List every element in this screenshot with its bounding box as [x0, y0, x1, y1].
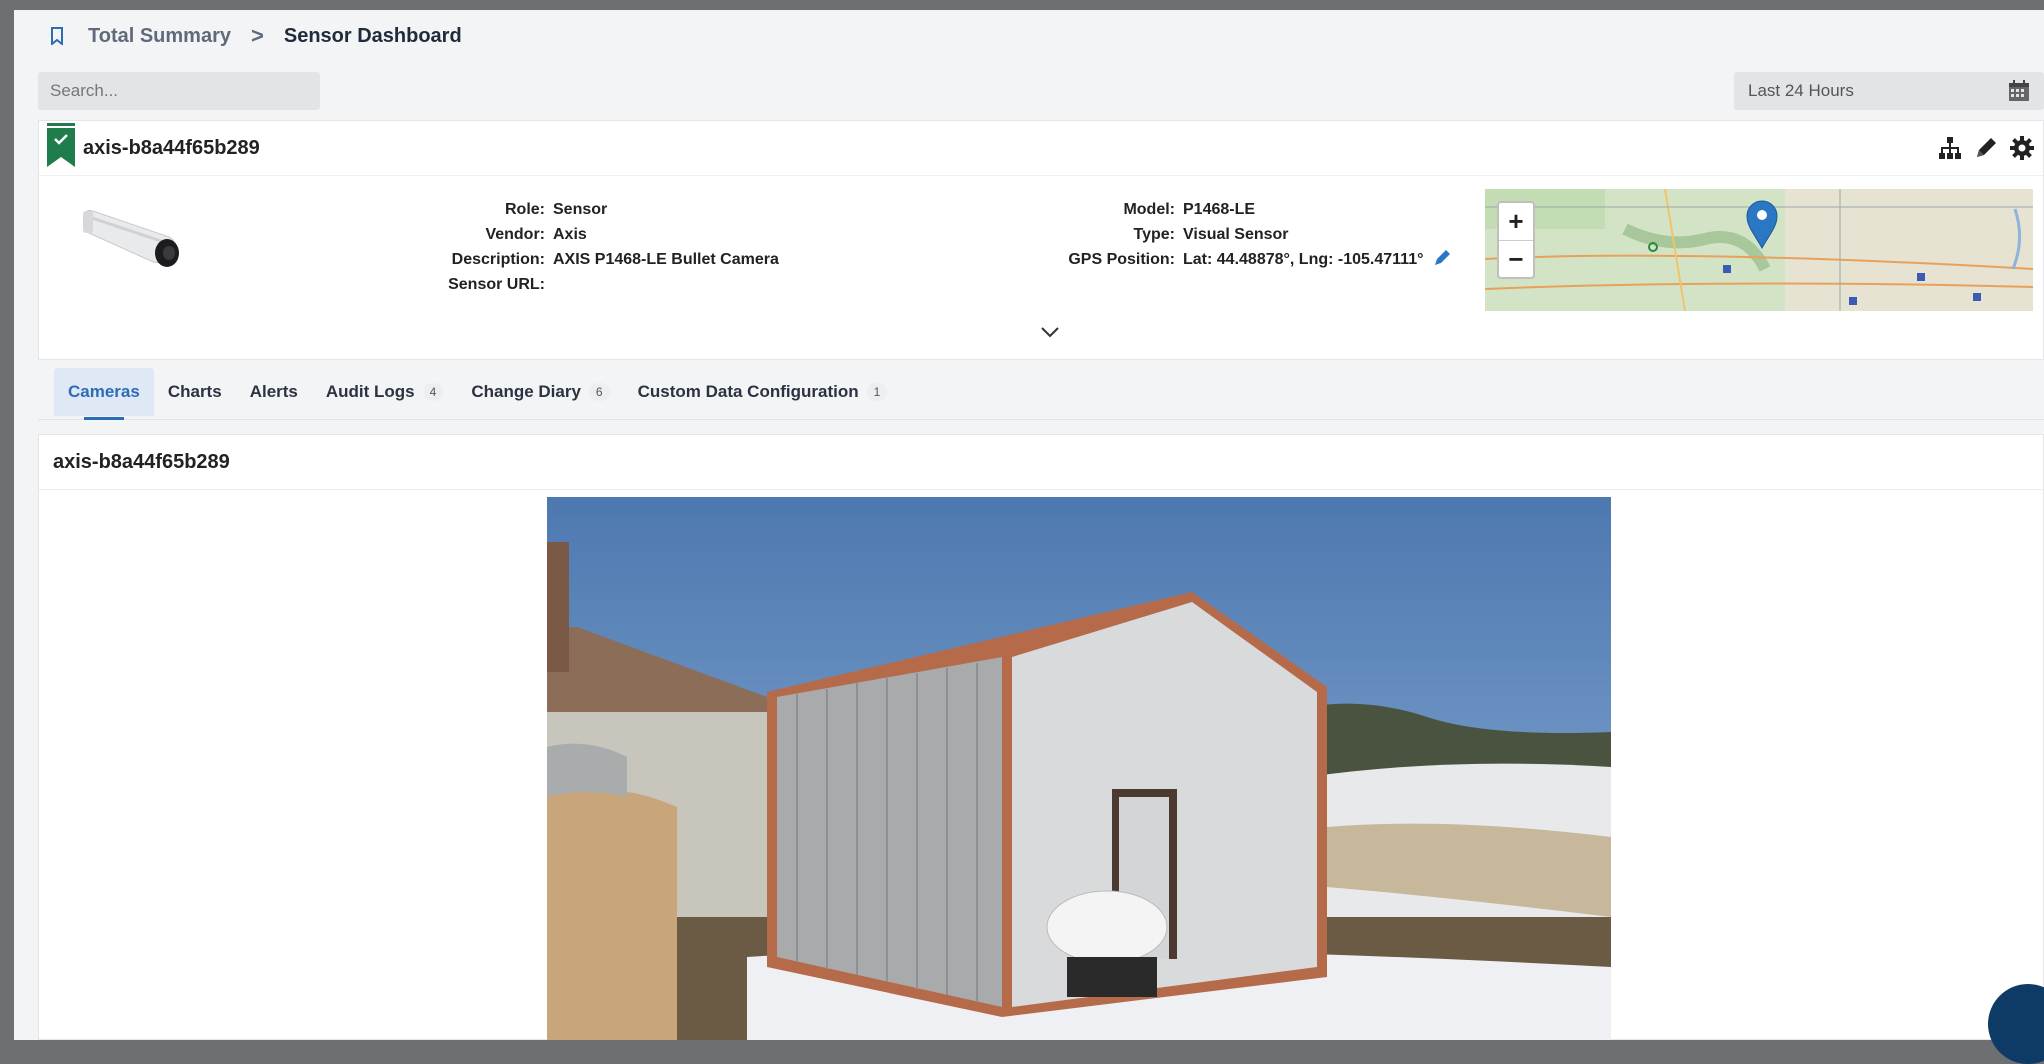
detail-type: Type: Visual Sensor [1049, 222, 1453, 247]
detail-key: Vendor: [485, 226, 545, 243]
time-range-label: Last 24 Hours [1748, 81, 1854, 100]
tab-custom-data-configuration[interactable]: Custom Data Configuration 1 [624, 368, 902, 416]
detail-key: Model: [1123, 201, 1175, 218]
detail-key: Role: [505, 201, 545, 218]
time-range-picker[interactable]: Last 24 Hours [1734, 72, 2044, 110]
detail-key: Type: [1133, 226, 1175, 243]
sensor-actions [1937, 135, 2035, 161]
tab-change-diary[interactable]: Change Diary 6 [457, 368, 623, 416]
detail-value: Sensor [553, 201, 608, 218]
sensor-details-right: Model: P1468-LE Type: Visual Sensor GPS … [1049, 197, 1453, 272]
bookmark-icon[interactable] [50, 27, 64, 45]
breadcrumb-separator: > [251, 23, 264, 48]
zoom-out-button[interactable]: − [1499, 241, 1533, 278]
detail-key: Sensor URL: [448, 276, 545, 293]
app-window: Total Summary > Sensor Dashboard Last 24… [14, 10, 2044, 1040]
detail-value: AXIS P1468-LE Bullet Camera [553, 251, 779, 268]
camera-panel-title: axis-b8a44f65b289 [39, 435, 2043, 490]
detail-key: GPS Position: [1068, 251, 1175, 268]
detail-sensor-url: Sensor URL: [419, 272, 779, 297]
detail-vendor: Vendor: Axis [419, 222, 779, 247]
breadcrumb-current: Sensor Dashboard [283, 24, 462, 47]
tab-label: Cameras [68, 381, 140, 401]
zoom-in-button[interactable]: + [1499, 203, 1533, 241]
tab-cameras[interactable]: Cameras [54, 367, 154, 420]
tab-alerts[interactable]: Alerts [236, 368, 312, 416]
tab-label: Audit Logs [325, 381, 415, 401]
tab-label: Change Diary [471, 381, 581, 401]
detail-value: P1468-LE [1183, 201, 1256, 218]
detail-gps: GPS Position: Lat: 44.48878°, Lng: -105.… [1049, 247, 1453, 272]
calendar-icon[interactable] [2008, 80, 2030, 102]
sensor-title: axis-b8a44f65b289 [83, 137, 260, 159]
detail-description: Description: AXIS P1468-LE Bullet Camera [419, 247, 779, 272]
detail-key: Description: [451, 251, 545, 268]
tab-count-badge: 1 [866, 382, 888, 401]
detail-value: Lat: 44.48878°, Lng: -105.47111° [1183, 251, 1424, 268]
map-pin-icon[interactable] [1745, 199, 1779, 249]
chevron-down-icon[interactable] [1039, 321, 1061, 343]
detail-role: Role: Sensor [419, 197, 779, 222]
pencil-icon[interactable] [1973, 135, 1999, 161]
check-flag-icon [47, 123, 75, 167]
camera-snapshot-image[interactable] [547, 497, 1611, 1040]
detail-value: Visual Sensor [1183, 226, 1289, 243]
hierarchy-icon[interactable] [1937, 135, 1963, 161]
sensor-details-left: Role: Sensor Vendor: Axis Description: A… [419, 197, 779, 297]
detail-model: Model: P1468-LE [1049, 197, 1453, 222]
tab-label: Custom Data Configuration [637, 381, 859, 401]
tab-audit-logs[interactable]: Audit Logs 4 [312, 368, 457, 416]
camera-panel: axis-b8a44f65b289 [38, 434, 2044, 1040]
tab-bar: Cameras Charts Alerts Audit Logs 4 Chang… [38, 364, 2044, 420]
tab-charts[interactable]: Charts [154, 368, 236, 416]
tab-label: Alerts [249, 381, 298, 401]
tab-label: Charts [167, 381, 222, 401]
breadcrumb-total-summary[interactable]: Total Summary [88, 25, 231, 48]
edit-gps-pencil-icon[interactable] [1433, 247, 1453, 267]
search-input[interactable] [38, 72, 320, 110]
sensor-card: axis-b8a44f65b289 Role: Sensor Vendor: A… [38, 120, 2044, 360]
detail-value: Axis [553, 226, 587, 243]
location-map[interactable]: + − [1485, 189, 2033, 311]
breadcrumb: Total Summary > Sensor Dashboard [14, 10, 2044, 62]
map-zoom-control: + − [1497, 201, 1535, 279]
gear-icon[interactable] [2009, 135, 2035, 161]
camera-device-image [83, 210, 179, 267]
tab-count-badge: 4 [422, 382, 444, 401]
tab-count-badge: 6 [588, 382, 610, 401]
sensor-card-header: axis-b8a44f65b289 [39, 121, 2043, 176]
